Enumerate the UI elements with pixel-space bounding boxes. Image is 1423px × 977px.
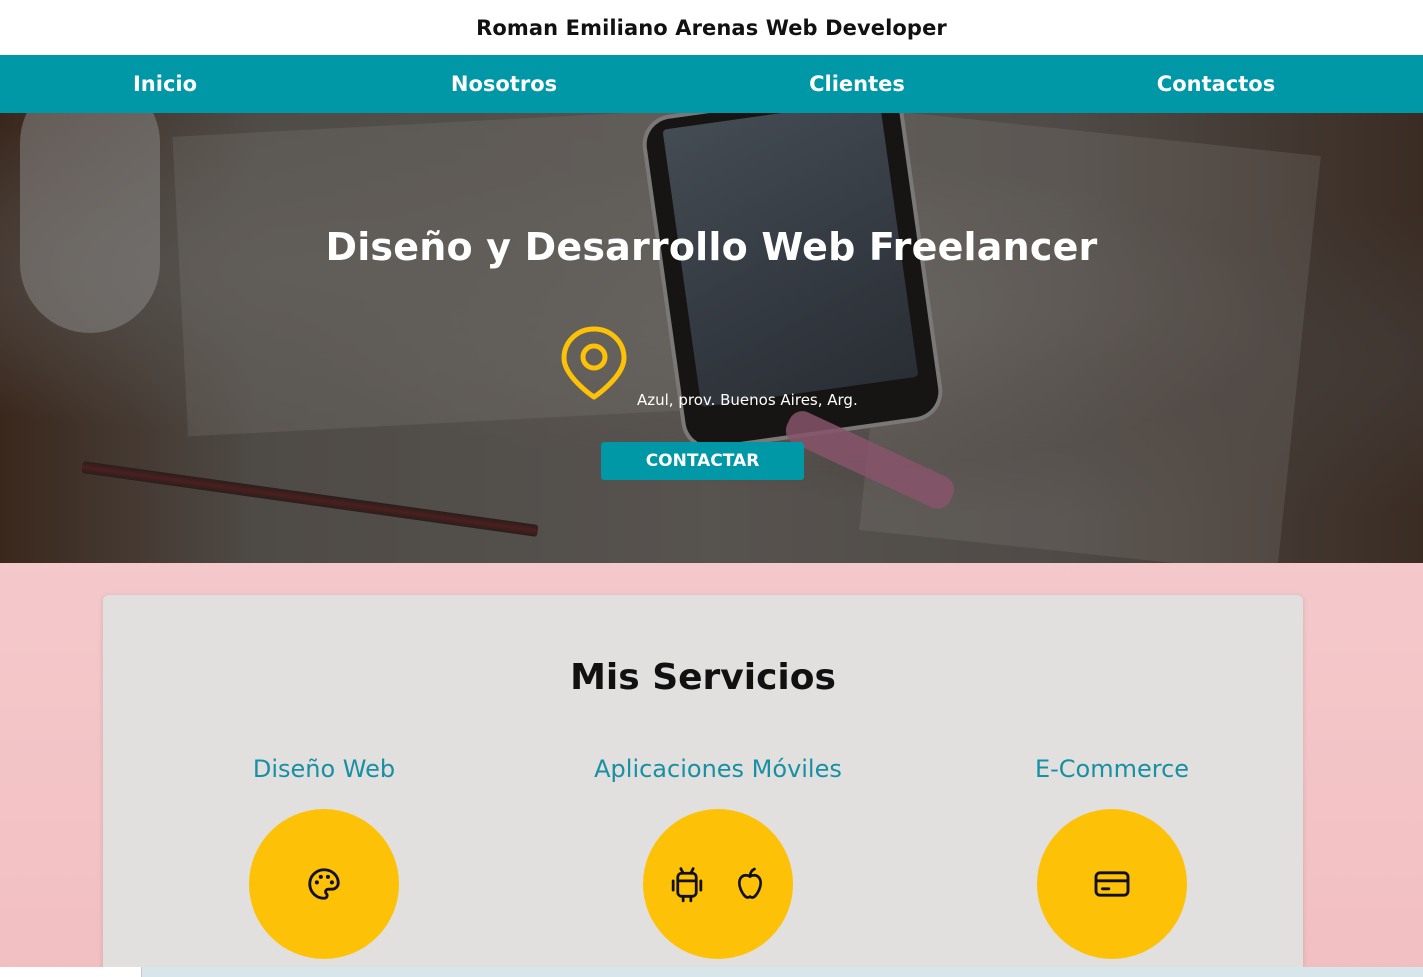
main-nav: Inicio Nosotros Clientes Contactos <box>0 55 1423 113</box>
services-card: Mis Servicios Diseño Web Aplicaciones Mó… <box>103 595 1303 977</box>
service-title: Diseño Web <box>252 755 396 783</box>
hero-section: Diseño y Desarrollo Web Freelancer Azul,… <box>0 113 1423 563</box>
services-heading: Mis Servicios <box>570 657 836 698</box>
taskbar-tab[interactable] <box>0 967 142 977</box>
service-mobile-apps: Aplicaciones Móviles <box>521 755 915 959</box>
nav-item-inicio[interactable]: Inicio <box>133 55 197 113</box>
hero-overlay <box>0 113 1423 563</box>
service-icon-circle <box>1037 809 1187 959</box>
service-ecommerce: E-Commerce <box>915 755 1309 959</box>
credit-card-icon <box>1094 871 1130 897</box>
service-title: Aplicaciones Móviles <box>594 755 842 783</box>
site-header: Roman Emiliano Arenas Web Developer <box>0 0 1423 55</box>
site-brand[interactable]: Roman Emiliano Arenas Web Developer <box>476 16 947 40</box>
service-icon-circle <box>643 809 793 959</box>
location-pin-icon <box>561 326 627 400</box>
nav-item-nosotros[interactable]: Nosotros <box>451 55 557 113</box>
service-web-design: Diseño Web <box>127 755 521 959</box>
palette-icon <box>308 868 340 900</box>
nav-item-contactos[interactable]: Contactos <box>1157 55 1275 113</box>
hero-title: Diseño y Desarrollo Web Freelancer <box>325 225 1098 269</box>
nav-item-clientes[interactable]: Clientes <box>809 55 905 113</box>
taskbar-strip <box>0 967 1423 977</box>
contact-button[interactable]: CONTACTAR <box>601 442 804 480</box>
service-title: E-Commerce <box>1034 755 1190 783</box>
service-icon-circle <box>249 809 399 959</box>
hero-location: Azul, prov. Buenos Aires, Arg. <box>637 391 858 409</box>
apple-icon <box>738 867 762 899</box>
android-icon <box>671 867 703 903</box>
